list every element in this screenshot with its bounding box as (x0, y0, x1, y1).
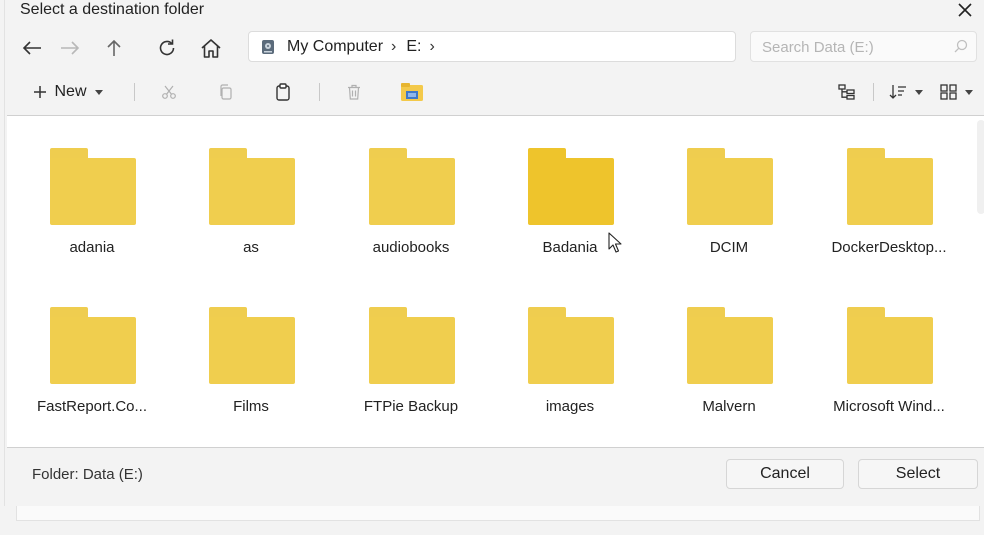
refresh-icon (159, 39, 175, 56)
destination-folder-dialog: Select a destination folder My Computer … (4, 0, 984, 506)
folder-icon (369, 148, 455, 225)
back-button[interactable] (18, 34, 46, 62)
paste-button[interactable] (271, 78, 295, 106)
new-button[interactable]: New (27, 78, 109, 106)
copy-button[interactable] (214, 78, 238, 106)
folder-item[interactable]: DockerDesktop... (814, 116, 964, 256)
new-folder-icon (401, 83, 423, 101)
sort-icon (889, 85, 906, 99)
folder-icon (528, 307, 614, 384)
folder-icon (687, 307, 773, 384)
home-icon (201, 39, 221, 58)
folder-name: DockerDesktop... (831, 239, 947, 256)
dialog-title: Select a destination folder (20, 1, 205, 18)
folder-icon (528, 148, 614, 225)
refresh-button[interactable] (153, 34, 181, 62)
background-window-edge (16, 506, 980, 521)
folder-item[interactable]: audiobooks (336, 116, 486, 256)
scissors-icon (162, 85, 176, 99)
mouse-cursor-icon (608, 232, 622, 253)
folder-icon (209, 307, 295, 384)
folder-item[interactable]: as (176, 116, 326, 256)
arrow-up-icon (107, 39, 121, 56)
copy-icon (220, 84, 232, 100)
folder-item[interactable]: FTPie Backup (336, 275, 486, 415)
cut-button[interactable] (157, 78, 181, 106)
folder-icon (847, 307, 933, 384)
folder-tree-icon (838, 84, 855, 100)
folder-item[interactable]: adania (17, 116, 167, 256)
home-button[interactable] (197, 34, 225, 62)
folder-name: audiobooks (372, 239, 450, 256)
folder-item[interactable]: images (495, 275, 645, 415)
title-bar: Select a destination folder (5, 0, 984, 22)
grid-view-icon (939, 84, 957, 100)
folder-icon (50, 148, 136, 225)
close-icon (958, 3, 972, 17)
cancel-button[interactable]: Cancel (726, 459, 844, 489)
navigation-bar: My Computer › E: › (5, 24, 984, 70)
trash-icon (348, 84, 360, 100)
folder-name: images (545, 398, 595, 415)
folder-name: as (243, 239, 259, 256)
folder-name: Badania (542, 239, 598, 256)
folder-name: Films (233, 398, 269, 415)
select-button[interactable]: Select (858, 459, 978, 489)
breadcrumb-drive-e[interactable]: E: (406, 38, 421, 56)
folder-name: Microsoft Wind... (833, 398, 945, 415)
forward-button[interactable] (56, 34, 84, 62)
up-button[interactable] (100, 34, 128, 62)
folder-icon (209, 148, 295, 225)
clipboard-icon (276, 83, 290, 101)
folder-grid-panel: adania as audiobooks Badania DCIM DockerDeskt… (7, 115, 984, 448)
folder-item[interactable]: Malvern (654, 275, 804, 415)
folder-name: Malvern (702, 398, 756, 415)
folder-item[interactable]: Microsoft Wind... (814, 275, 964, 415)
breadcrumb-my-computer[interactable]: My Computer (287, 38, 383, 56)
toolbar: New (5, 70, 984, 114)
sort-button[interactable] (887, 78, 925, 106)
folder-item[interactable]: Badania (495, 116, 645, 256)
caret-down-icon (94, 89, 103, 95)
view-mode-button[interactable] (937, 78, 975, 106)
folder-icon (847, 148, 933, 225)
toolbar-divider (873, 83, 874, 101)
new-folder-button[interactable] (400, 78, 424, 106)
plus-icon (34, 86, 47, 98)
close-button[interactable] (955, 0, 975, 20)
caret-down-icon (915, 89, 923, 95)
folder-name: adania (69, 239, 115, 256)
folder-item[interactable]: FastReport.Co... (17, 275, 167, 415)
search-box (750, 31, 977, 63)
breadcrumb-separator[interactable]: › (429, 38, 434, 56)
toolbar-divider (134, 83, 135, 101)
folder-name: FastReport.Co... (36, 398, 148, 415)
folder-item[interactable]: Films (176, 275, 326, 415)
breadcrumb-separator: › (391, 37, 397, 55)
folder-name: FTPie Backup (363, 398, 459, 415)
toolbar-divider (319, 83, 320, 101)
selected-folder-label: Folder: Data (E:) (32, 466, 143, 483)
folder-icon (369, 307, 455, 384)
delete-button[interactable] (342, 78, 366, 106)
tree-view-button[interactable] (835, 78, 859, 106)
folder-icon (687, 148, 773, 225)
dialog-footer: Folder: Data (E:) Cancel Select (5, 447, 984, 505)
folder-name: DCIM (709, 239, 749, 256)
address-bar[interactable]: My Computer › E: › (248, 31, 736, 62)
caret-down-icon (964, 89, 973, 95)
arrow-right-icon (61, 41, 80, 55)
drive-icon (261, 39, 275, 55)
arrow-left-icon (22, 41, 41, 55)
folder-icon (50, 307, 136, 384)
search-input[interactable] (760, 32, 954, 63)
folder-item[interactable]: DCIM (654, 116, 804, 256)
search-icon[interactable] (954, 39, 968, 58)
vertical-scrollbar[interactable] (977, 120, 984, 214)
new-button-label: New (54, 83, 87, 100)
